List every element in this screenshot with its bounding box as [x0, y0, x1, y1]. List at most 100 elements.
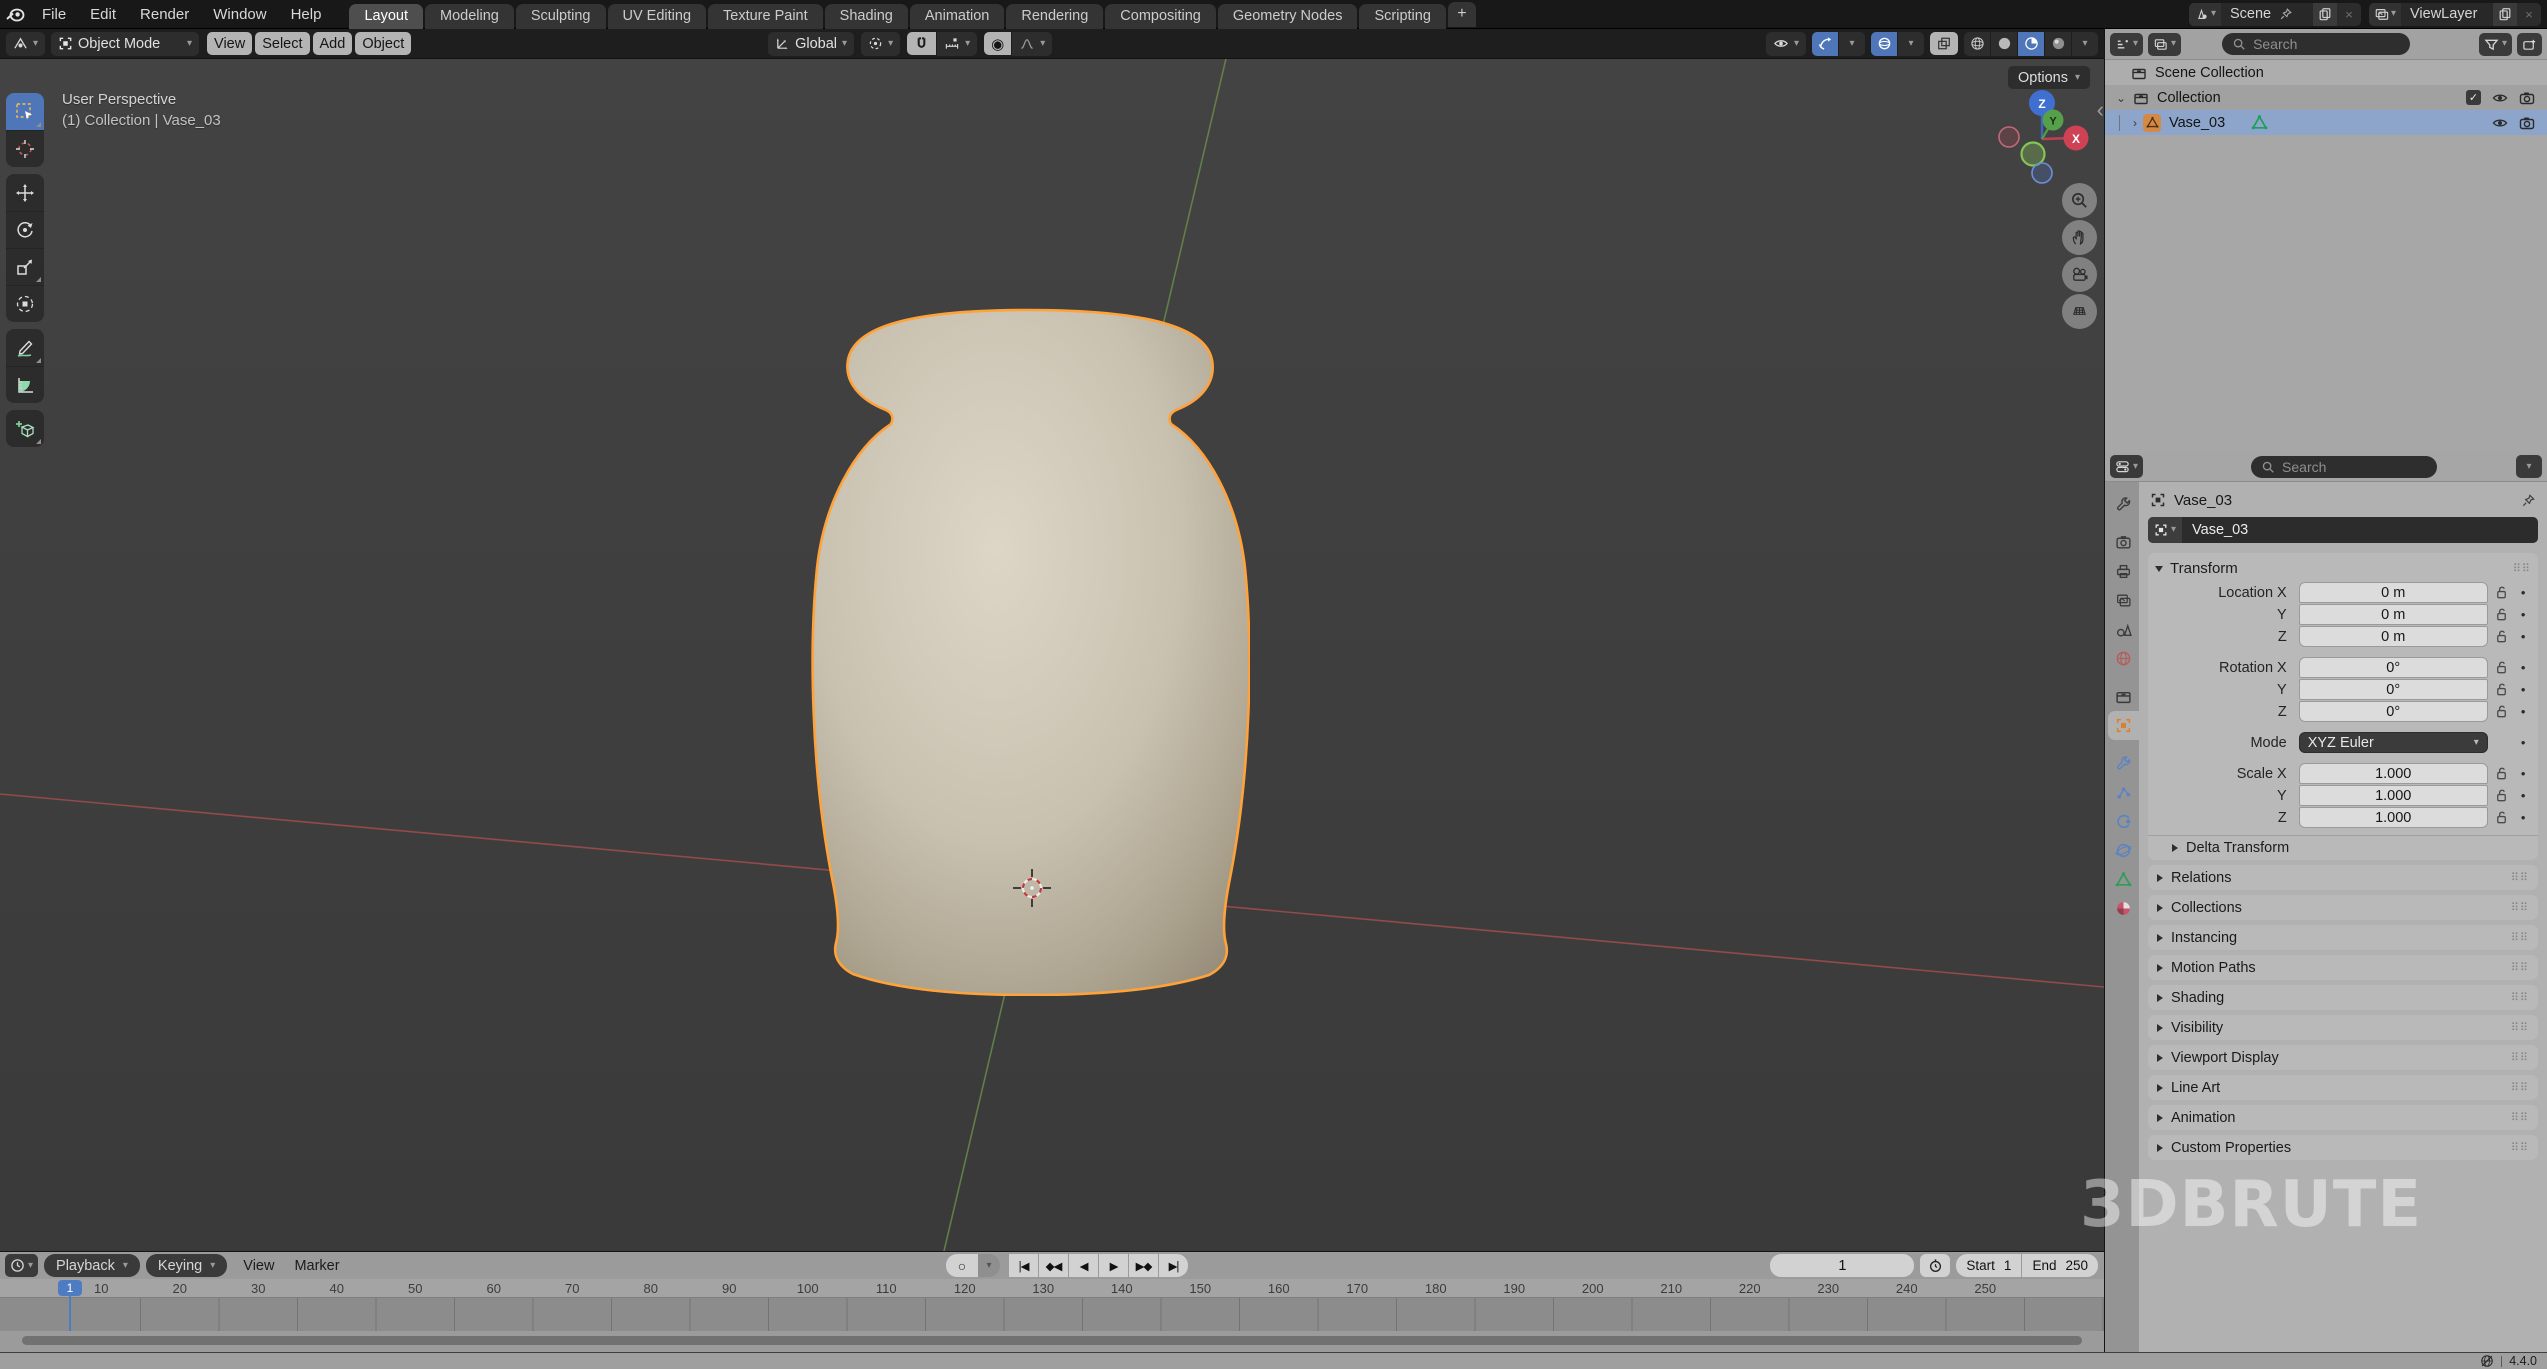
use-preview-range-button[interactable]	[1920, 1254, 1950, 1277]
menu-item[interactable]: File	[30, 0, 78, 29]
workspace-tab[interactable]: Animation	[910, 4, 1004, 29]
snap-target-dropdown[interactable]: ▾	[937, 32, 977, 56]
current-frame-field[interactable]: 1	[1770, 1254, 1914, 1277]
new-collection-button[interactable]	[2517, 33, 2542, 56]
transport-button[interactable]: |◀	[1009, 1254, 1038, 1277]
timeline-menu-dropdown[interactable]: Keying ▾	[146, 1254, 227, 1277]
current-frame-marker[interactable]: 1	[58, 1280, 82, 1296]
drag-handle-icon[interactable]: ⠿⠿	[2511, 1111, 2529, 1124]
start-frame-field[interactable]: Start1	[1956, 1258, 2021, 1273]
keying-set-dropdown[interactable]: ▾	[978, 1254, 1000, 1277]
animate-decorator-icon[interactable]: •	[2515, 660, 2531, 675]
timeline-menu-item[interactable]: View	[233, 1258, 284, 1274]
animate-decorator-icon[interactable]: •	[2515, 788, 2531, 803]
gizmo-settings-dropdown[interactable]: ▾	[1839, 32, 1865, 56]
end-frame-field[interactable]: End250	[2022, 1258, 2098, 1273]
menu-item[interactable]: Window	[201, 0, 278, 29]
transport-button[interactable]: ▶◆	[1129, 1254, 1158, 1277]
collapsed-panel[interactable]: Shading ⠿⠿	[2148, 985, 2538, 1010]
outliner-filter-mode-dropdown[interactable]: ▾	[2148, 33, 2181, 56]
pan-hand-button[interactable]	[2062, 220, 2097, 255]
camera-view-button[interactable]	[2062, 257, 2097, 292]
tab-tool[interactable]	[2108, 490, 2139, 519]
properties-search-input[interactable]: Search	[2251, 456, 2437, 478]
new-viewlayer-button[interactable]	[2493, 3, 2517, 26]
animate-decorator-icon[interactable]: •	[2515, 682, 2531, 697]
add-workspace-button[interactable]: +	[1448, 2, 1476, 27]
collapsed-panel[interactable]: Animation ⠿⠿	[2148, 1105, 2538, 1130]
new-scene-button[interactable]	[2313, 3, 2337, 26]
tab-scene[interactable]	[2108, 615, 2139, 644]
tab-output[interactable]	[2108, 557, 2139, 586]
tab-object-data[interactable]	[2108, 865, 2139, 894]
pin-icon[interactable]	[2521, 493, 2536, 508]
workspace-tab[interactable]: Scripting	[1359, 4, 1445, 29]
transform-value-field[interactable]: 0° ▾	[2299, 701, 2488, 722]
hide-eye-icon[interactable]	[2492, 115, 2508, 131]
tool-scale[interactable]	[6, 248, 44, 285]
tab-physics[interactable]	[2108, 807, 2139, 836]
viewport-3d[interactable]: User Perspective (1) Collection | Vase_0…	[0, 59, 2104, 1251]
lock-icon[interactable]	[2488, 788, 2516, 803]
drag-handle-icon[interactable]: ⠿⠿	[2511, 901, 2529, 914]
collapsed-panel[interactable]: Collections ⠿⠿	[2148, 895, 2538, 920]
lock-icon[interactable]	[2488, 607, 2516, 622]
transform-value-field[interactable]: 1.000 ▾	[2299, 785, 2488, 806]
blender-logo-icon[interactable]	[0, 0, 30, 29]
pin-icon[interactable]	[2279, 7, 2293, 21]
tool-cursor[interactable]	[6, 130, 44, 167]
outliner-row-vase[interactable]: │ › Vase_03	[2105, 110, 2547, 135]
drag-handle-icon[interactable]: ⠿⠿	[2511, 1141, 2529, 1154]
outliner-search-input[interactable]: Search	[2222, 33, 2410, 55]
animate-decorator-icon[interactable]: •	[2515, 607, 2531, 622]
transform-value-field[interactable]: 0° ▾	[2299, 679, 2488, 700]
tool-move[interactable]	[6, 174, 44, 211]
tool-rotate[interactable]	[6, 211, 44, 248]
properties-options-dropdown[interactable]: ▾	[2516, 455, 2542, 478]
remove-viewlayer-button[interactable]: ×	[2517, 3, 2541, 26]
projection-toggle-button[interactable]	[2062, 294, 2097, 329]
delta-transform-subpanel[interactable]: Delta Transform	[2148, 835, 2538, 860]
collapsed-panel[interactable]: Relations ⠿⠿	[2148, 865, 2538, 890]
overlays-settings-dropdown[interactable]: ▾	[1898, 32, 1924, 56]
navigation-gizmo[interactable]: Z Y X	[1992, 77, 2102, 197]
sidebar-collapse-arrow[interactable]: ‹	[2095, 97, 2104, 123]
drag-handle-icon[interactable]: ⠿⠿	[2511, 1051, 2529, 1064]
tab-object[interactable]	[2108, 711, 2139, 740]
drag-handle-icon[interactable]: ⠿⠿	[2511, 961, 2529, 974]
lock-icon[interactable]	[2488, 810, 2516, 825]
transform-value-field[interactable]: 1.000 ▾	[2299, 763, 2488, 784]
editor-type-dropdown[interactable]: ▾	[6, 32, 45, 56]
timeline-scrollbar[interactable]	[22, 1336, 2082, 1345]
tool-annotate[interactable]	[6, 329, 44, 366]
hide-eye-icon[interactable]	[2492, 90, 2508, 106]
auto-keying-toggle[interactable]: ○	[946, 1254, 978, 1277]
drag-handle-icon[interactable]: ⠿⠿	[2511, 1081, 2529, 1094]
proportional-editing-toggle[interactable]: ◉	[984, 32, 1011, 55]
scene-browse-button[interactable]: ▾	[2189, 3, 2221, 26]
workspace-tab[interactable]: UV Editing	[608, 4, 707, 29]
collapsed-panel[interactable]: Visibility ⠿⠿	[2148, 1015, 2538, 1040]
viewport-menu-item[interactable]: View	[207, 32, 252, 55]
timeline-menu-item[interactable]: Marker	[284, 1258, 349, 1274]
transport-button[interactable]: ◆◀	[1039, 1254, 1068, 1277]
shading-material-preview-button[interactable]	[2018, 32, 2044, 56]
tab-collection[interactable]	[2108, 682, 2139, 711]
show-overlays-toggle[interactable]	[1871, 32, 1897, 56]
workspace-tab[interactable]: Geometry Nodes	[1218, 4, 1358, 29]
animate-decorator-icon[interactable]: •	[2515, 704, 2531, 719]
workspace-tab[interactable]: Shading	[825, 4, 908, 29]
timeline-editor-type-dropdown[interactable]: ▾	[5, 1254, 38, 1277]
viewport-menu-item[interactable]: Select	[255, 32, 309, 55]
tab-material[interactable]	[2108, 894, 2139, 923]
transform-value-field[interactable]: XYZ Euler ▾	[2299, 732, 2488, 753]
tool-transform[interactable]	[6, 285, 44, 322]
collapsed-panel[interactable]: Motion Paths ⠿⠿	[2148, 955, 2538, 980]
unlink-scene-button[interactable]: ×	[2337, 3, 2361, 26]
transform-value-field[interactable]: 0 m ▾	[2299, 604, 2488, 625]
timeline-menu-dropdown[interactable]: Playback ▾	[44, 1254, 140, 1277]
zoom-button[interactable]	[2062, 183, 2097, 218]
animate-decorator-icon[interactable]: •	[2515, 735, 2531, 750]
animate-decorator-icon[interactable]: •	[2515, 766, 2531, 781]
outliner-display-mode-dropdown[interactable]: ▾	[2110, 33, 2143, 56]
